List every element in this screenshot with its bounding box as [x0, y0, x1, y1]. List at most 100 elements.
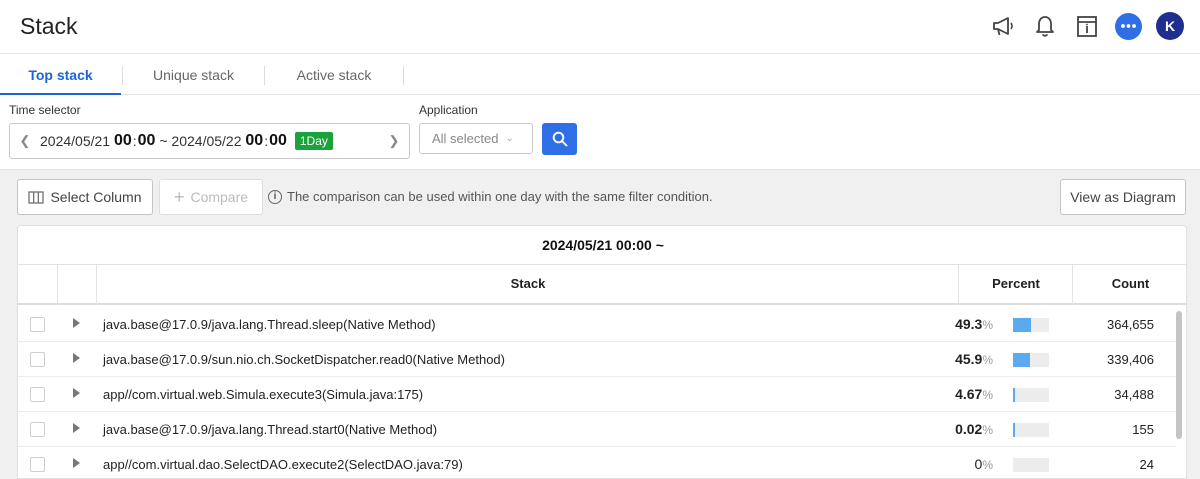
stack-table-card: 2024/05/21 00:00 ~ Stack Percent Count j…	[17, 225, 1187, 479]
table-row[interactable]: java.base@17.0.9/sun.nio.ch.SocketDispat…	[18, 342, 1176, 377]
expand-arrow-icon[interactable]	[73, 353, 80, 363]
row-checkbox[interactable]	[30, 422, 45, 437]
percent-unit: %	[982, 353, 993, 367]
application-select-value: All selected	[432, 131, 499, 146]
column-divider	[1072, 265, 1073, 305]
column-header-percent[interactable]: Percent	[959, 265, 1073, 303]
percent-value: 4.67	[955, 386, 983, 402]
column-divider	[958, 265, 959, 305]
column-header-count[interactable]: Count	[1073, 265, 1186, 303]
percent-cell: 0%	[975, 456, 993, 472]
stack-cell: app//com.virtual.web.Simula.execute3(Sim…	[103, 387, 424, 402]
expand-arrow-icon[interactable]	[73, 318, 80, 328]
compare-button[interactable]: + Compare	[159, 179, 263, 215]
search-icon	[552, 131, 567, 147]
search-button[interactable]	[542, 123, 577, 155]
time-end-hour: 00	[245, 132, 264, 149]
header-icons: K	[989, 12, 1184, 40]
row-checkbox[interactable]	[30, 457, 45, 472]
percent-bar-fill	[1013, 423, 1015, 437]
percent-unit: %	[982, 318, 993, 332]
info-panel-icon[interactable]	[1073, 12, 1101, 40]
time-selector[interactable]: ❮ 2024/05/21 00:00 ~ 2024/05/22 00:00 1D…	[9, 123, 410, 159]
percent-value: 0.02	[955, 421, 983, 437]
time-start-hour: 00	[113, 132, 132, 149]
column-divider	[96, 265, 97, 305]
stack-cell: java.base@17.0.9/java.lang.Thread.start0…	[103, 422, 438, 437]
avatar[interactable]: K	[1156, 12, 1184, 40]
expand-arrow-icon[interactable]	[73, 423, 80, 433]
stack-cell: java.base@17.0.9/sun.nio.ch.SocketDispat…	[103, 352, 505, 367]
time-start-minute: 00	[137, 132, 156, 149]
select-column-label: Select Column	[50, 189, 142, 205]
percent-bar-fill	[1013, 388, 1015, 402]
column-divider	[57, 265, 58, 305]
compare-label: Compare	[190, 189, 249, 205]
row-checkbox[interactable]	[30, 387, 45, 402]
plus-icon: +	[173, 187, 185, 207]
megaphone-icon[interactable]	[989, 12, 1017, 40]
count-cell: 339,406	[1107, 352, 1154, 367]
columns-icon	[28, 190, 45, 204]
tab-top-stack[interactable]: Top stack	[0, 55, 121, 95]
percent-bar-fill	[1013, 318, 1031, 332]
count-cell: 34,488	[1114, 387, 1154, 402]
table-header: Stack Percent Count	[18, 265, 1186, 305]
count-cell: 364,655	[1107, 317, 1154, 332]
time-separator: ~	[159, 133, 168, 149]
stack-cell: java.base@17.0.9/java.lang.Thread.sleep(…	[103, 317, 436, 332]
time-end-minute: 00	[269, 132, 287, 149]
count-cell: 155	[1132, 422, 1154, 437]
percent-value: 45.9	[955, 351, 983, 367]
tab-divider	[403, 66, 404, 85]
table-row[interactable]: java.base@17.0.9/java.lang.Thread.sleep(…	[18, 307, 1176, 342]
time-selector-label: Time selector	[9, 103, 81, 117]
expand-arrow-icon[interactable]	[73, 458, 80, 468]
percent-cell: 49.3%	[955, 316, 993, 332]
compare-info: i The comparison can be used within one …	[268, 189, 713, 204]
column-header-stack[interactable]: Stack	[97, 265, 959, 303]
expand-arrow-icon[interactable]	[73, 388, 80, 398]
stack-cell: app//com.virtual.dao.SelectDAO.execute2(…	[103, 457, 463, 472]
application-select[interactable]: All selected ⌄	[419, 123, 533, 154]
vertical-scrollbar[interactable]	[1176, 311, 1182, 439]
table-row[interactable]: java.base@17.0.9/java.lang.Thread.start0…	[18, 412, 1176, 447]
percent-unit: %	[982, 423, 993, 437]
percent-bar	[1013, 353, 1049, 367]
app-header: Stack K	[0, 0, 1200, 54]
info-icon: i	[268, 189, 282, 204]
row-checkbox[interactable]	[30, 317, 45, 332]
application-label: Application	[419, 103, 478, 117]
time-start-date: 2024/05/21	[40, 133, 111, 149]
percent-unit: %	[982, 458, 993, 472]
tab-bar: Top stack Unique stack Active stack	[0, 55, 1200, 95]
chat-icon[interactable]	[1115, 12, 1142, 40]
page-title: Stack	[20, 13, 78, 39]
percent-value: 49.3	[955, 316, 983, 332]
chevron-left-icon[interactable]: ❮	[10, 133, 40, 149]
percent-bar	[1013, 423, 1049, 437]
table-row[interactable]: app//com.virtual.web.Simula.execute3(Sim…	[18, 377, 1176, 412]
percent-cell: 0.02%	[955, 421, 993, 437]
time-end-date: 2024/05/22	[171, 133, 242, 149]
percent-cell: 4.67%	[955, 386, 993, 402]
bell-icon[interactable]	[1031, 12, 1059, 40]
percent-unit: %	[982, 388, 993, 402]
select-column-button[interactable]: Select Column	[17, 179, 153, 215]
table-row[interactable]: app//com.virtual.dao.SelectDAO.execute2(…	[18, 447, 1176, 478]
count-cell: 24	[1139, 457, 1154, 472]
tab-active-stack[interactable]: Active stack	[265, 55, 403, 95]
percent-bar	[1013, 388, 1049, 402]
percent-bar-fill	[1013, 353, 1030, 367]
row-checkbox[interactable]	[30, 352, 45, 367]
chevron-down-icon: ⌄	[505, 133, 514, 144]
chevron-right-icon[interactable]: ❯	[379, 133, 409, 149]
range-badge: 1Day	[294, 132, 333, 150]
tab-unique-stack[interactable]: Unique stack	[123, 55, 264, 95]
percent-cell: 45.9%	[955, 351, 993, 367]
percent-bar	[1013, 458, 1049, 472]
table-title: 2024/05/21 00:00 ~	[18, 226, 1186, 265]
compare-info-text: The comparison can be used within one da…	[287, 189, 713, 204]
view-as-diagram-button[interactable]: View as Diagram	[1060, 179, 1186, 215]
time-range-text: 2024/05/21 00:00 ~ 2024/05/22 00:00 1Day	[40, 132, 333, 150]
